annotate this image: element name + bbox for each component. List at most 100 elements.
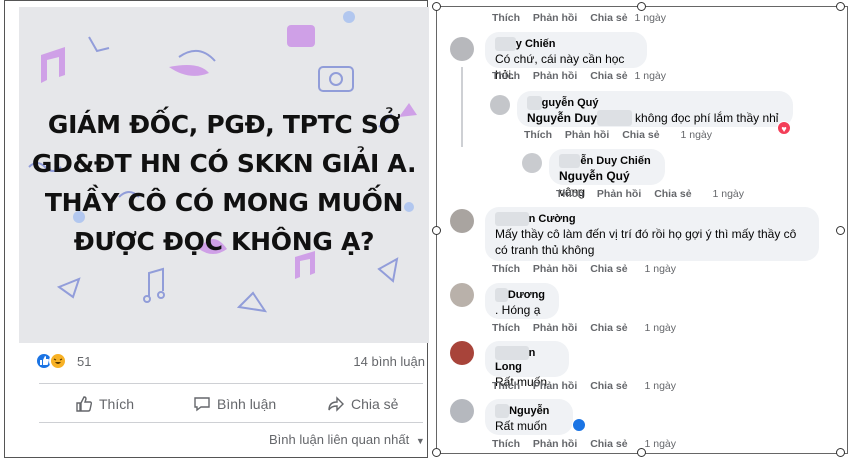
comment-meta: Thích Phản hồi Chia sẻ 1 ngày	[492, 322, 676, 334]
comment-bubble: Duy y Chiến Có chứ, cái này cần học hỏi.	[485, 32, 647, 82]
avatar[interactable]	[490, 95, 510, 115]
comment-meta: Thích Phản hồi Chia sẻ 1 ngày	[492, 12, 666, 24]
comment-meta: Thích Phản hồi Chia sẻ 1 ngày	[492, 380, 676, 392]
share-button[interactable]: Chia sẻ	[327, 393, 398, 415]
comment-time: 1 ngày	[644, 380, 676, 392]
resize-handle[interactable]	[432, 2, 441, 11]
avatar[interactable]	[450, 399, 474, 423]
reactions-summary[interactable]: 51 14 bình luận	[35, 352, 425, 376]
reply-link[interactable]: Phản hồi	[533, 380, 577, 392]
comment-meta: Thích Phản hồi Chia sẻ 1 ngày	[492, 70, 666, 82]
comment-author[interactable]: Duy y Chiến	[495, 37, 637, 51]
comment-meta: Thích Phản hồi Chia sẻ 1 ngày	[556, 188, 744, 200]
comment-author[interactable]: Ngguyễn Quý	[527, 96, 783, 110]
like-reaction-badge-icon	[572, 418, 586, 432]
like-link[interactable]: Thích	[492, 12, 520, 24]
comment-meta: Thích Phản hồi Chia sẻ 1 ngày	[492, 263, 676, 275]
like-link[interactable]: Thích	[492, 263, 520, 275]
like-link[interactable]: Thích	[492, 322, 520, 334]
resize-handle[interactable]	[637, 448, 646, 457]
comment-button[interactable]: Bình luận	[193, 393, 276, 415]
share-link[interactable]: Chia sẻ	[590, 12, 627, 24]
comment-author[interactable]: Nguyễn Cường	[495, 212, 809, 226]
share-link[interactable]: Chia sẻ	[590, 438, 627, 450]
comment-bubble: Nguyễn Cường Mấy thầy cô làm đến vị trí …	[485, 207, 819, 261]
comment-bubble: Hà Nguyễn Rất muốn	[485, 399, 573, 435]
share-link[interactable]: Chia sẻ	[590, 322, 627, 334]
share-link[interactable]: Chia sẻ	[590, 263, 627, 275]
comments-panel: Thích Phản hồi Chia sẻ 1 ngày Duy y Chiế…	[436, 6, 848, 454]
comment-time: 1 ngày	[644, 263, 676, 275]
post-text-line: THẦY CÔ CÓ MONG MUỐN	[44, 188, 404, 217]
comment-author[interactable]: Nguễn Duy Chiến	[559, 154, 655, 168]
divider	[39, 383, 423, 384]
comment-count-link[interactable]: 14 bình luận	[353, 354, 425, 369]
share-link[interactable]: Chia sẻ	[590, 70, 627, 82]
share-link[interactable]: Chia sẻ	[654, 188, 691, 200]
reply-link[interactable]: Phản hồi	[533, 263, 577, 275]
comment-sort-dropdown[interactable]: Bình luận liên quan nhất ▼	[269, 432, 425, 447]
reaction-count[interactable]: 51	[77, 354, 91, 369]
comment-meta: Thích Phản hồi Chia sẻ 1 ngày	[524, 129, 712, 141]
reply-link[interactable]: Phản hồi	[533, 12, 577, 24]
reply-link[interactable]: Phản hồi	[533, 70, 577, 82]
share-arrow-icon	[328, 396, 344, 412]
post-text-line: GIÁM ĐỐC, PGĐ, TPTC SỞ	[47, 110, 401, 139]
comment-time: 1 ngày	[644, 322, 676, 334]
comment-meta: Thích Phản hồi Chia sẻ 1 ngày	[492, 438, 676, 450]
thumbs-up-icon	[76, 396, 93, 412]
post-card: GIÁM ĐỐC, PGĐ, TPTC SỞ GD&ĐT HN CÓ SKKN …	[4, 0, 429, 458]
resize-handle[interactable]	[637, 2, 646, 11]
like-link[interactable]: Thích	[492, 438, 520, 450]
share-link[interactable]: Chia sẻ	[590, 380, 627, 392]
share-link[interactable]: Chia sẻ	[622, 129, 659, 141]
comment-bubble: Ngguyễn Quý Nguyễn DuyChiến không đọc ph…	[517, 91, 793, 127]
like-link[interactable]: Thích	[556, 188, 584, 200]
avatar[interactable]	[450, 283, 474, 307]
reply-link[interactable]: Phản hồi	[597, 188, 641, 200]
post-text-line: ĐƯỢC ĐỌC KHÔNG Ạ?	[73, 227, 375, 256]
comment-time: 1 ngày	[634, 70, 666, 82]
comment-bubble: Nguyễn Long Rất muốn	[485, 341, 569, 389]
resize-handle[interactable]	[836, 2, 845, 11]
reply-thread-line	[461, 67, 463, 147]
avatar[interactable]	[450, 209, 474, 233]
resize-handle[interactable]	[836, 226, 845, 235]
comment-author[interactable]: Lê Dương	[495, 288, 549, 302]
comment-time: 1 ngày	[634, 12, 666, 24]
comment-time: 1 ngày	[644, 438, 676, 450]
comment-text: Rất muốn	[495, 419, 548, 433]
comment-author[interactable]: Nguyễn Long	[495, 346, 559, 374]
post-image-text: GIÁM ĐỐC, PGĐ, TPTC SỞ GD&ĐT HN CÓ SKKN …	[19, 105, 429, 261]
resize-handle[interactable]	[432, 226, 441, 235]
divider	[39, 422, 423, 423]
like-link[interactable]: Thích	[492, 70, 520, 82]
avatar[interactable]	[450, 341, 474, 365]
reply-link[interactable]: Phản hồi	[533, 322, 577, 334]
comment-sort-label: Bình luận liên quan nhất	[269, 432, 410, 447]
caret-down-icon: ▼	[415, 436, 425, 446]
heart-reaction-icon: ♥	[777, 121, 791, 135]
like-button[interactable]: Thích	[75, 393, 134, 415]
like-link[interactable]: Thích	[492, 380, 520, 392]
like-link[interactable]: Thích	[524, 129, 552, 141]
comment-bubble: Nguễn Duy Chiến Nguyễn Quý vâng	[549, 149, 665, 199]
haha-reaction-icon	[49, 352, 67, 370]
post-text-line: GD&ĐT HN CÓ SKKN GIẢI A.	[31, 149, 417, 178]
mention-tag[interactable]: Nguyễn Quý	[559, 169, 630, 183]
reply-link[interactable]: Phản hồi	[533, 438, 577, 450]
comment-text: . Hóng ạ	[495, 303, 541, 317]
like-label: Thích	[99, 396, 135, 412]
post-image[interactable]: GIÁM ĐỐC, PGĐ, TPTC SỞ GD&ĐT HN CÓ SKKN …	[19, 7, 429, 343]
comment-time: 1 ngày	[712, 188, 744, 200]
comment-text: không đọc phí lắm thầy nhỉ	[631, 111, 779, 125]
resize-handle[interactable]	[836, 448, 845, 457]
comment-bubble-icon	[194, 397, 210, 412]
avatar[interactable]	[450, 37, 474, 61]
mention-tag[interactable]: Nguyễn Duy	[527, 111, 597, 125]
avatar[interactable]	[522, 153, 542, 173]
share-label: Chia sẻ	[351, 396, 399, 412]
reply-link[interactable]: Phản hồi	[565, 129, 609, 141]
resize-handle[interactable]	[432, 448, 441, 457]
comment-author[interactable]: Hà Nguyễn	[495, 404, 563, 418]
